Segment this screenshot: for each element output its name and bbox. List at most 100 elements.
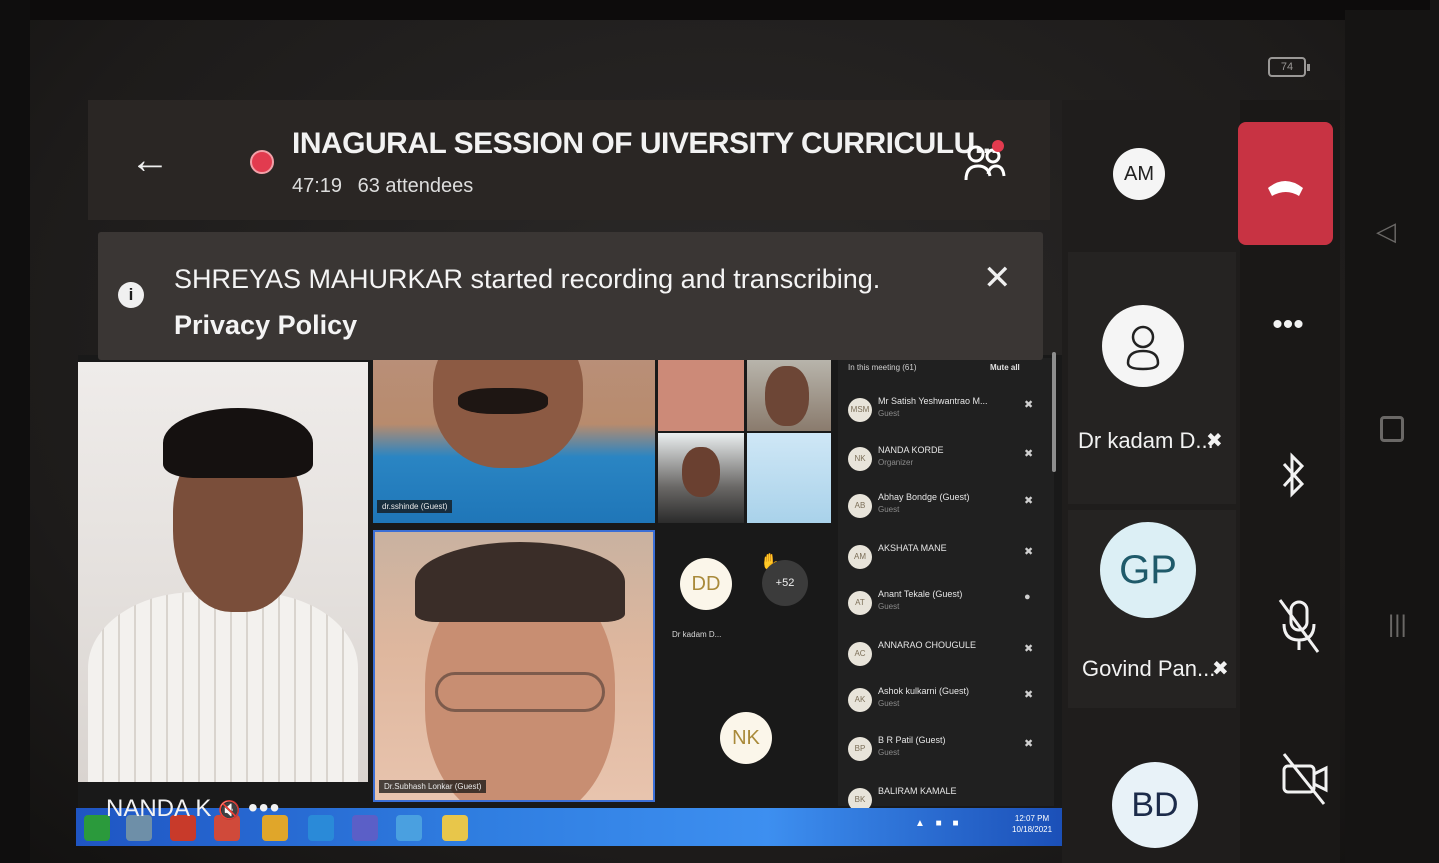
mic-off-icon: ✖ (1024, 448, 1034, 460)
mic-off-icon: ✖ (1206, 430, 1223, 452)
glasses (435, 672, 605, 712)
avatar-am[interactable]: AM (1113, 148, 1165, 200)
video-tile-guest-2[interactable] (658, 358, 744, 431)
avatar-dd[interactable]: DD (680, 558, 732, 610)
face (765, 366, 809, 426)
microphone-off-icon[interactable] (1276, 596, 1322, 661)
hang-up-button[interactable] (1238, 122, 1333, 245)
participant-row[interactable]: AB Abhay Bondge (Guest) Guest ✖ (848, 490, 1044, 530)
attendee-count: 63 attendees (357, 175, 474, 197)
participant-row[interactable]: AK Ashok kulkarni (Guest) Guest ✖ (848, 684, 1044, 724)
nav-home-icon[interactable] (1380, 416, 1404, 442)
ie-icon[interactable] (308, 815, 334, 841)
participant-row[interactable]: AM AKSHATA MANE ✖ (848, 541, 1044, 581)
participant-role: Guest (878, 699, 900, 708)
hair (163, 408, 313, 478)
participant-avatar: AT (848, 591, 872, 615)
participant-role: Guest (878, 505, 900, 514)
participant-name: B R Patil (Guest) (878, 735, 946, 745)
camera-off-icon[interactable] (1280, 748, 1330, 813)
mute-all-button[interactable]: Mute all (990, 363, 1020, 372)
mic-off-icon: 🔇 (218, 800, 241, 820)
participant-row[interactable]: BP B R Patil (Guest) Guest ✖ (848, 733, 1044, 773)
participant-role: Guest (878, 409, 900, 418)
tile-name-tag: Dr.Subhash Lonkar (Guest) (379, 780, 487, 793)
participant-label-govind: Govind Pan... (1082, 656, 1216, 681)
taskbar-clock[interactable]: 12:07 PM 10/18/2021 (1012, 813, 1052, 835)
taskbar-date: 10/18/2021 (1012, 825, 1053, 834)
system-tray-icons[interactable]: ▲ ■ ■ (915, 818, 963, 829)
mic-off-icon: ✖ (1024, 399, 1034, 411)
taskbar-time: 12:07 PM (1014, 814, 1050, 823)
taskbar-app-icon[interactable] (442, 815, 468, 841)
battery-indicator: 74 (1268, 57, 1310, 77)
more-options-icon[interactable]: ••• (248, 792, 280, 824)
elapsed-time: 47:19 (292, 175, 343, 197)
mic-off-icon: ✖ (1212, 658, 1229, 680)
participant-avatar: MSM (848, 398, 872, 422)
bluetooth-icon[interactable] (1278, 452, 1308, 503)
participant-row[interactable]: AT Anant Tekale (Guest) Guest ● (848, 587, 1044, 627)
participants-notification-dot (992, 140, 1004, 152)
video-tile-guest-5[interactable] (747, 433, 831, 523)
mic-off-icon: ✖ (1024, 546, 1034, 558)
participant-avatar: AK (848, 688, 872, 712)
bluetooth-glyph (1282, 452, 1305, 498)
participant-avatar: BP (848, 737, 872, 761)
video-tile-guest-3[interactable] (747, 358, 831, 431)
teams-icon[interactable] (352, 815, 378, 841)
face (682, 447, 720, 497)
camera-off-glyph (1282, 753, 1328, 805)
info-icon: i (118, 282, 144, 308)
participant-avatar: AM (848, 545, 872, 569)
participant-name: Ashok kulkarni (Guest) (878, 686, 970, 696)
back-arrow-icon[interactable]: ← (130, 140, 170, 180)
participant-avatar: NK (848, 447, 872, 471)
close-icon[interactable]: ✕ (983, 258, 1012, 298)
mic-off-icon: ✖ (1024, 495, 1034, 507)
panel-header: In this meeting (61) (848, 363, 917, 372)
video-tile-guest-1[interactable]: dr.sshinde (Guest) (373, 358, 655, 523)
bezel-top (20, 0, 1430, 20)
more-participants-badge[interactable]: +52 (762, 560, 808, 606)
participant-row[interactable]: NK NANDA KORDE Organizer ✖ (848, 443, 1044, 483)
recording-indicator-icon (250, 150, 274, 174)
mic-off-icon: ✖ (1024, 689, 1034, 701)
person-silhouette-icon (1126, 325, 1160, 371)
meeting-title: INAGURAL SESSION OF UIVERSITY CURRICULU.… (292, 127, 999, 160)
participant-name: ANNARAO CHOUGULE (878, 640, 977, 650)
nav-recents-icon[interactable]: ||| (1388, 613, 1407, 637)
dd-name-label: Dr kadam D... (672, 630, 722, 639)
avatar-bd[interactable]: BD (1112, 762, 1198, 848)
banner-message: SHREYAS MAHURKAR started recording and t… (174, 264, 881, 294)
participant-name: Abhay Bondge (Guest) (878, 492, 970, 502)
hair (415, 542, 625, 622)
participant-label-kadam: Dr kadam D... (1078, 428, 1214, 453)
panel-scrollbar[interactable] (1052, 352, 1056, 472)
participant-name: BALIRAM KAMALE (878, 786, 957, 796)
video-tile-main[interactable] (78, 362, 368, 782)
participant-avatar: AC (848, 642, 872, 666)
meeting-subtitle: 47:19 63 attendees (292, 175, 483, 198)
tile-name-tag: dr.sshinde (Guest) (377, 500, 453, 513)
phone-hangup-icon (1268, 181, 1303, 196)
participant-name: NANDA KORDE (878, 445, 944, 455)
video-tile-active-speaker[interactable]: Dr.Subhash Lonkar (Guest) (373, 530, 655, 802)
mic-icon: ● (1024, 591, 1031, 603)
person-avatar-icon (1102, 305, 1184, 387)
mic-off-icon: ✖ (1024, 738, 1034, 750)
participant-role: Organizer (878, 458, 914, 467)
video-tile-guest-4[interactable] (658, 433, 744, 523)
more-options-icon[interactable]: ••• (1266, 308, 1310, 342)
participant-row[interactable]: AC ANNARAO CHOUGULE ✖ (848, 638, 1044, 678)
taskbar-app-icon[interactable] (396, 815, 422, 841)
privacy-policy-link[interactable]: Privacy Policy (174, 310, 357, 340)
speaker-name-text: NANDA K (106, 795, 212, 822)
participant-name: Anant Tekale (Guest) (878, 589, 963, 599)
participant-name: AKSHATA MANE (878, 543, 947, 553)
participant-row[interactable]: MSM Mr Satish Yeshwantrao M... Guest ✖ (848, 394, 1044, 434)
nav-back-icon[interactable]: ◁ (1376, 216, 1396, 247)
avatar-nk[interactable]: NK (720, 712, 772, 764)
participant-avatar: AB (848, 494, 872, 518)
mic-off-icon: ✖ (1024, 643, 1034, 655)
